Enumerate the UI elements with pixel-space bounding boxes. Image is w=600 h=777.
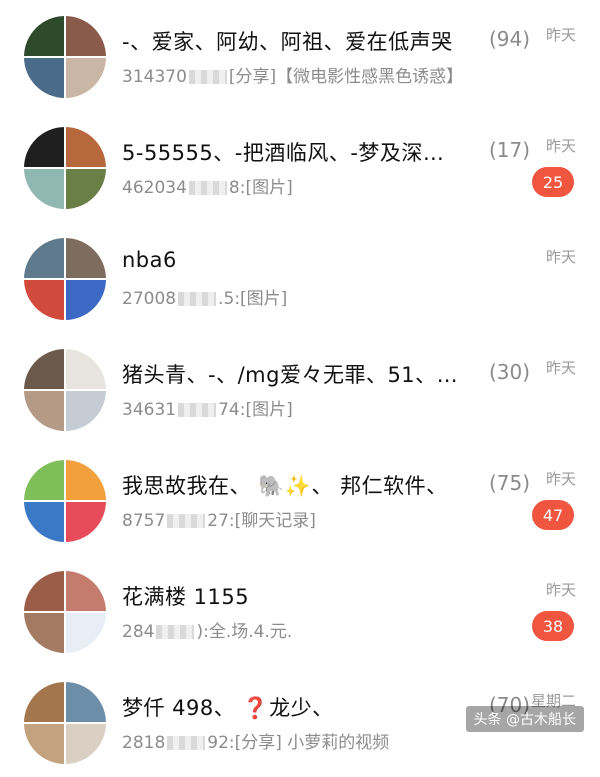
avatar-tile bbox=[24, 502, 64, 542]
avatar-tile bbox=[24, 613, 64, 653]
sender-id-prefix: 34631 bbox=[122, 400, 177, 420]
last-message-preview: 314370 [分享]【微电影性感黑色诱惑】 bbox=[122, 62, 463, 87]
redacted-blur bbox=[156, 625, 195, 639]
conversation-row[interactable]: 猪头青、-、/mg爱々无罪、51、… (30) 昨天 34631 74:[图片] bbox=[0, 333, 600, 444]
group-avatar[interactable] bbox=[24, 682, 106, 764]
last-message-preview: 2818 92:[分享] 小萝莉的视频 bbox=[122, 728, 389, 753]
conversation-row[interactable]: 花满楼 1155 昨天 284 ):全.场.4.元. 38 bbox=[0, 555, 600, 666]
unread-badge: 38 bbox=[532, 611, 574, 641]
conversation-title: 猪头青、-、/mg爱々无罪、51、… bbox=[122, 363, 459, 387]
sender-id-prefix: 314370 bbox=[122, 67, 187, 87]
member-count: (30) bbox=[488, 360, 530, 384]
message-snippet: [分享]【微电影性感黑色诱惑】 bbox=[228, 67, 464, 87]
avatar-tile bbox=[24, 238, 64, 278]
member-count: (94) bbox=[488, 27, 530, 51]
sender-id-prefix: 27008 bbox=[122, 289, 177, 309]
redacted-blur bbox=[178, 292, 217, 306]
redacted-blur bbox=[188, 70, 227, 84]
last-message-preview: 8757 27:[聊天记录] bbox=[122, 506, 316, 531]
conversation-title: 5-55555、-把酒临风、-梦及深… bbox=[122, 141, 445, 165]
last-message-preview: 284 ):全.场.4.元. bbox=[122, 617, 292, 642]
avatar-tile bbox=[24, 169, 64, 209]
avatar-tile bbox=[24, 460, 64, 500]
redacted-blur bbox=[167, 514, 206, 528]
conversation-title: -、爱家、阿幼、阿祖、爱在低声哭 bbox=[122, 30, 453, 54]
unread-badge: 47 bbox=[532, 500, 574, 530]
redacted-blur bbox=[178, 403, 217, 417]
member-count: (17) bbox=[488, 138, 530, 162]
message-snippet: .5:[图片] bbox=[218, 289, 288, 309]
avatar-tile bbox=[24, 571, 64, 611]
sender-id-prefix: 2818 bbox=[122, 733, 166, 753]
unread-badge: 25 bbox=[532, 167, 574, 197]
conversation-row[interactable]: 我思故我在、 🐘✨、 邦仁软件、 (75) 昨天 8757 27:[聊天记录] 47 bbox=[0, 444, 600, 555]
message-snippet: 92:[分享] 小萝莉的视频 bbox=[207, 733, 390, 753]
last-message-preview: 27008 .5:[图片] bbox=[122, 284, 287, 309]
avatar-tile bbox=[66, 280, 106, 320]
avatar-tile bbox=[66, 502, 106, 542]
avatar-tile bbox=[24, 58, 64, 98]
conversation-title: 梦仟 498、 ❓龙少、 bbox=[122, 696, 334, 720]
message-snippet: 27:[聊天记录] bbox=[207, 511, 316, 531]
avatar-tile bbox=[66, 238, 106, 278]
avatar-tile bbox=[24, 127, 64, 167]
avatar-tile bbox=[66, 613, 106, 653]
avatar-tile bbox=[66, 58, 106, 98]
timestamp: 昨天 bbox=[545, 137, 576, 155]
timestamp: 昨天 bbox=[545, 26, 576, 44]
conversation-row[interactable]: nba6 昨天 27008 .5:[图片] bbox=[0, 222, 600, 333]
message-snippet: ):全.场.4.元. bbox=[196, 622, 293, 642]
timestamp: 昨天 bbox=[545, 581, 576, 599]
last-message-preview: 462034 8:[图片] bbox=[122, 173, 293, 198]
sender-id-prefix: 8757 bbox=[122, 511, 166, 531]
avatar-tile bbox=[66, 571, 106, 611]
avatar-tile bbox=[66, 349, 106, 389]
avatar-tile bbox=[66, 127, 106, 167]
avatar-tile bbox=[24, 391, 64, 431]
watermark: 头条 @古木船长 bbox=[465, 706, 584, 732]
member-count: (75) bbox=[488, 471, 530, 495]
group-avatar[interactable] bbox=[24, 460, 106, 542]
message-snippet: 74:[图片] bbox=[218, 400, 293, 420]
avatar-tile bbox=[24, 280, 64, 320]
conversation-row[interactable]: -、爱家、阿幼、阿祖、爱在低声哭 (94) 昨天 314370 [分享]【微电影性感黑色… bbox=[0, 0, 600, 111]
last-message-preview: 34631 74:[图片] bbox=[122, 395, 293, 420]
timestamp: 昨天 bbox=[545, 248, 576, 266]
conversation-title: 我思故我在、 🐘✨、 邦仁软件、 bbox=[122, 474, 448, 498]
group-avatar[interactable] bbox=[24, 16, 106, 98]
avatar-tile bbox=[66, 460, 106, 500]
sender-id-prefix: 462034 bbox=[122, 178, 187, 198]
timestamp: 昨天 bbox=[545, 359, 576, 377]
conversation-title: 花满楼 1155 bbox=[122, 585, 250, 609]
avatar-tile bbox=[24, 724, 64, 764]
conversation-row[interactable]: 5-55555、-把酒临风、-梦及深… (17) 昨天 462034 8:[图片] 25 bbox=[0, 111, 600, 222]
avatar-tile bbox=[24, 16, 64, 56]
conversation-title: nba6 bbox=[122, 248, 177, 272]
timestamp: 昨天 bbox=[545, 470, 576, 488]
avatar-tile bbox=[24, 682, 64, 722]
avatar-tile bbox=[24, 349, 64, 389]
avatar-tile bbox=[66, 169, 106, 209]
redacted-blur bbox=[188, 181, 227, 195]
avatar-tile bbox=[66, 16, 106, 56]
message-snippet: 8:[图片] bbox=[228, 178, 293, 198]
avatar-tile bbox=[66, 391, 106, 431]
group-avatar[interactable] bbox=[24, 238, 106, 320]
redacted-blur bbox=[167, 736, 206, 750]
group-avatar[interactable] bbox=[24, 349, 106, 431]
group-avatar[interactable] bbox=[24, 127, 106, 209]
sender-id-prefix: 284 bbox=[122, 622, 155, 642]
avatar-tile bbox=[66, 682, 106, 722]
group-avatar[interactable] bbox=[24, 571, 106, 653]
avatar-tile bbox=[66, 724, 106, 764]
